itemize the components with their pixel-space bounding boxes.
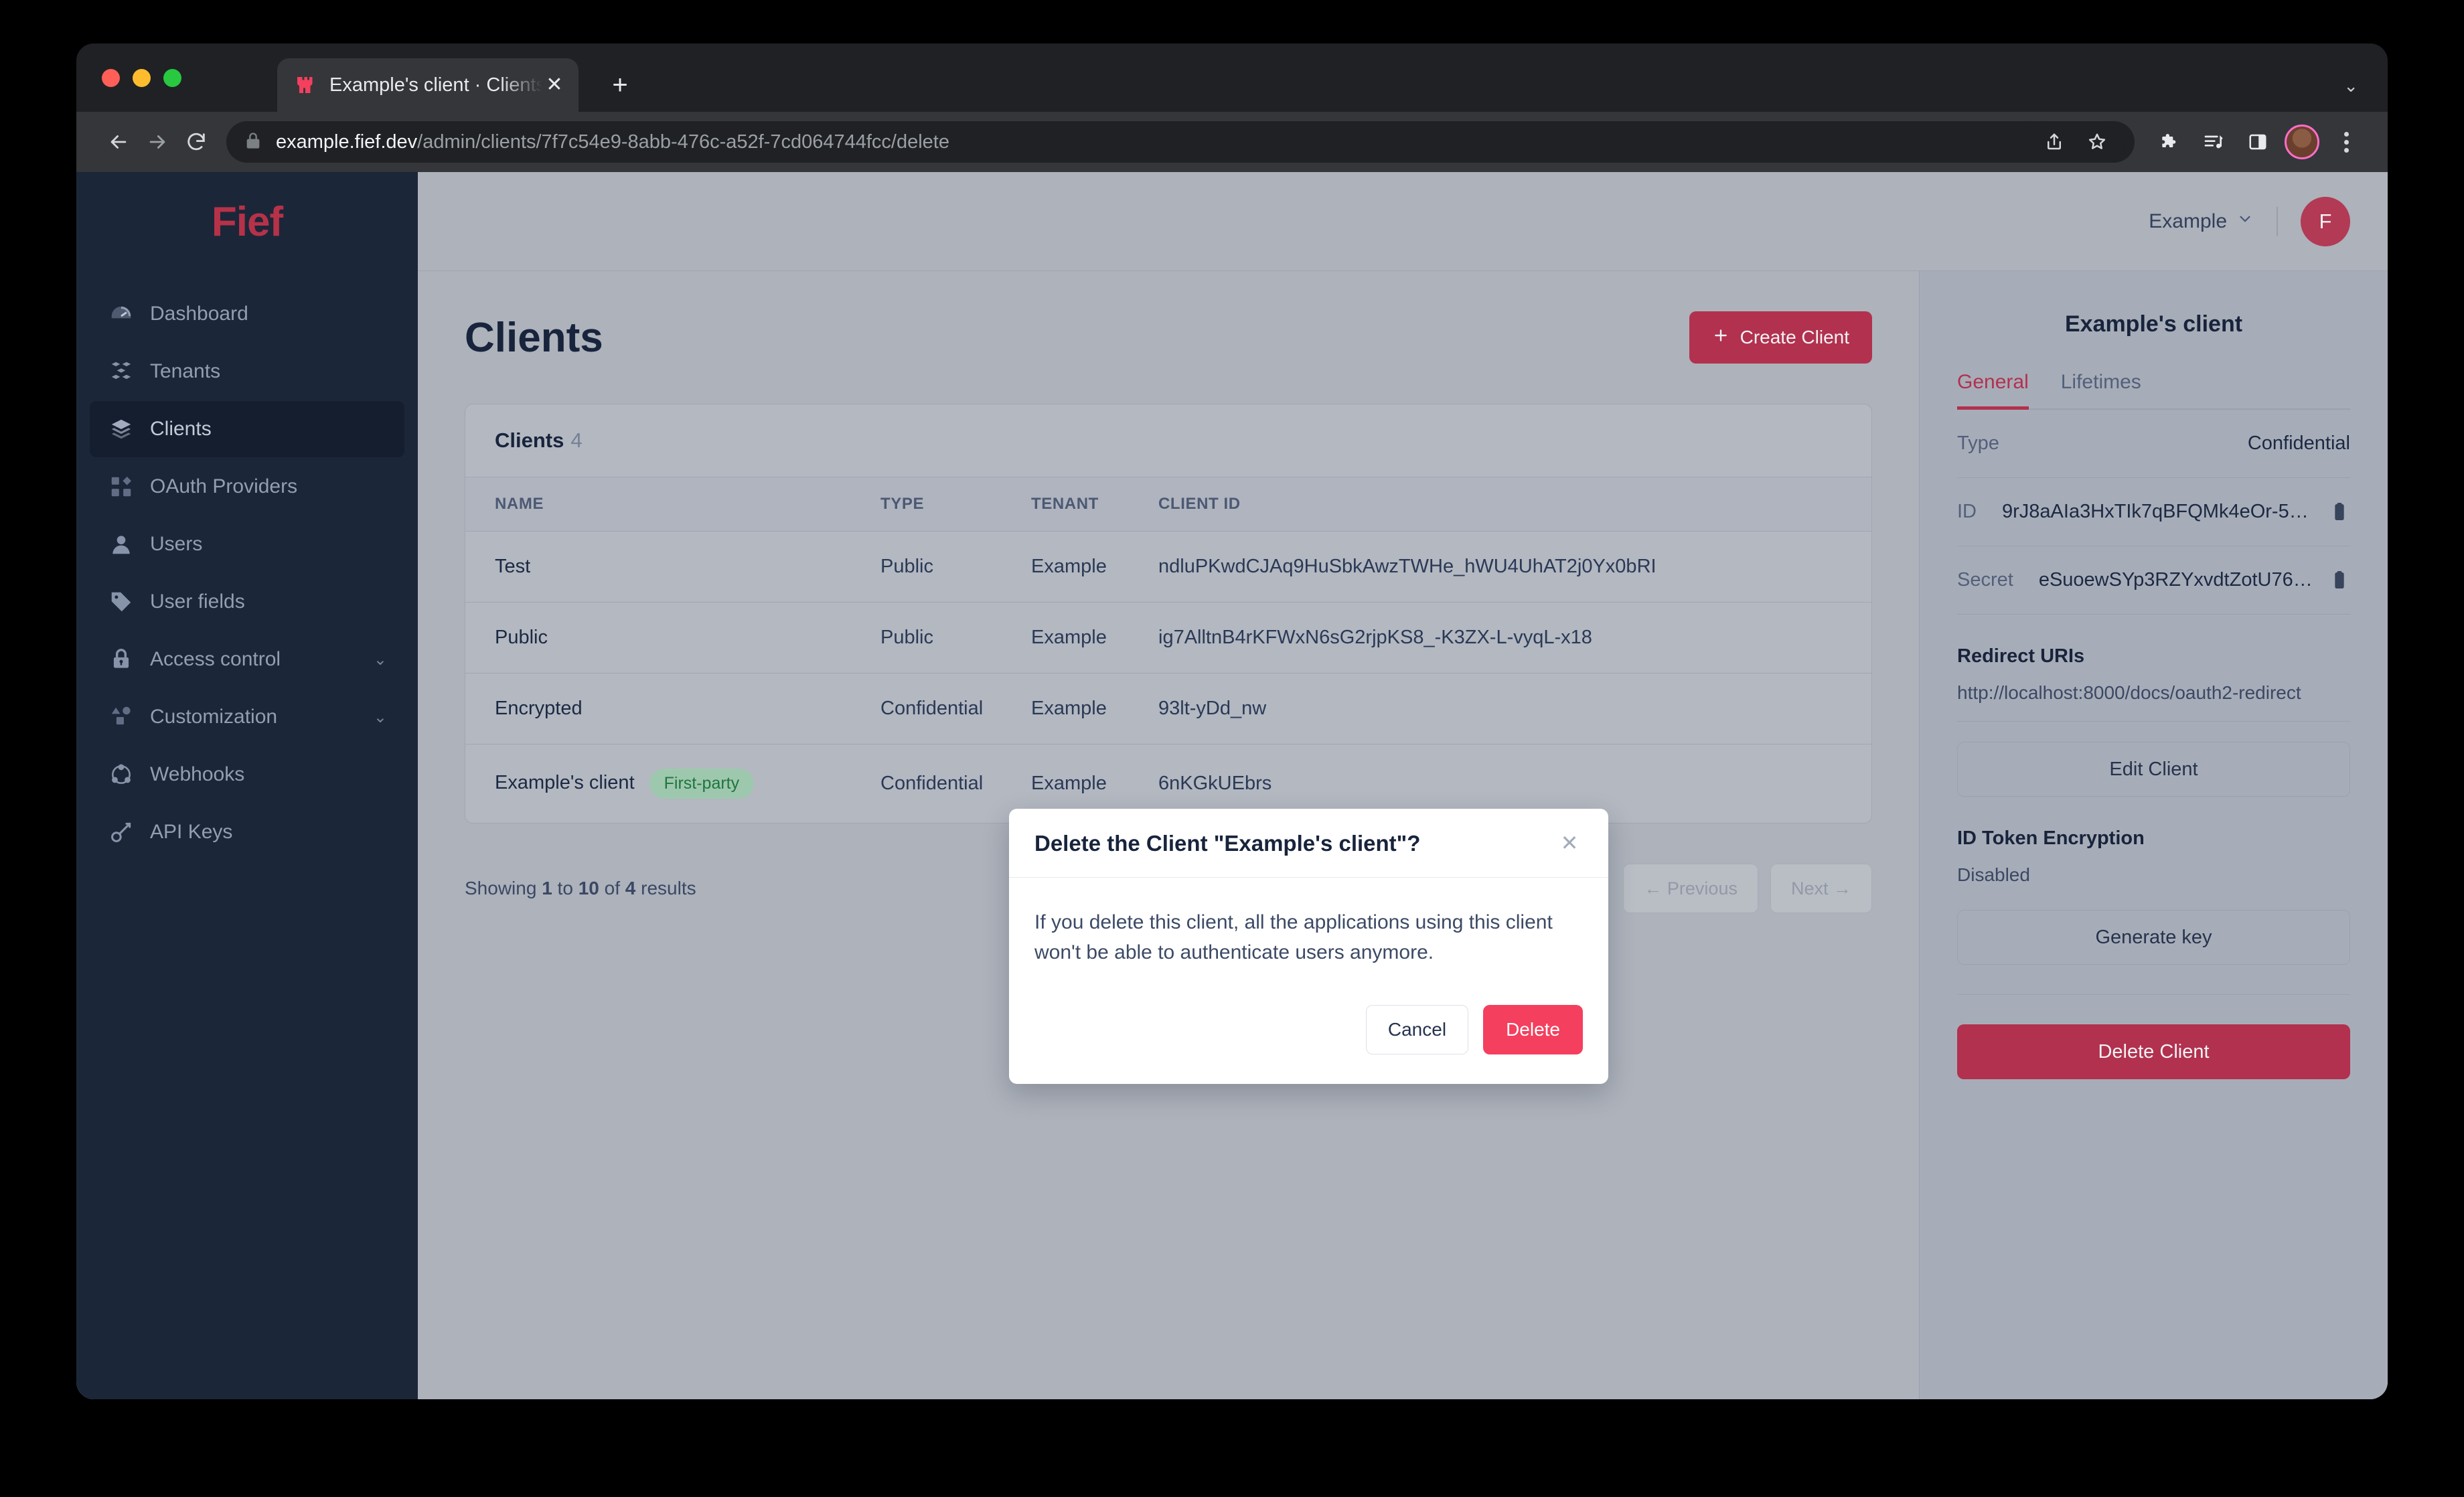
browser-tab-strip: Example's client · Clients · Example · F… (76, 44, 2388, 112)
playlist-icon[interactable] (2195, 123, 2232, 161)
kebab-menu-icon[interactable] (2327, 123, 2365, 161)
browser-tab-title: Example's client · Clients · Example · F… (329, 74, 542, 96)
app-viewport: Fief Dashboard Tenants Clients OAuth Pro… (76, 172, 2388, 1399)
window-traffic-lights (102, 69, 181, 87)
address-bar[interactable]: example.fief.dev/admin/clients/7f7c54e9-… (226, 121, 2135, 163)
close-icon[interactable]: ✕ (542, 73, 566, 97)
plus-icon[interactable]: + (605, 72, 635, 101)
url-path: /admin/clients/7f7c54e9-8abb-476c-a52f-7… (417, 131, 949, 153)
profile-avatar-icon[interactable] (2283, 123, 2321, 161)
close-window-button[interactable] (102, 69, 120, 87)
modal-footer: Cancel Delete (1009, 974, 1608, 1084)
cancel-button[interactable]: Cancel (1365, 1005, 1469, 1054)
omnibox-action-group (2026, 121, 2125, 163)
modal-header: Delete the Client "Example's client"? ✕ (1009, 809, 1608, 878)
browser-toolbar-right (2151, 123, 2365, 161)
maximize-window-button[interactable] (163, 69, 181, 87)
modal-message: If you delete this client, all the appli… (1034, 911, 1553, 963)
fief-castle-icon (293, 73, 317, 97)
browser-tab[interactable]: Example's client · Clients · Example · F… (277, 58, 579, 112)
modal-overlay[interactable] (76, 172, 2388, 1399)
arrow-left-icon[interactable] (99, 123, 138, 161)
star-icon[interactable] (2078, 123, 2116, 161)
browser-window: Example's client · Clients · Example · F… (76, 44, 2388, 1399)
arrow-right-icon[interactable] (138, 123, 177, 161)
modal-body: If you delete this client, all the appli… (1009, 878, 1608, 974)
reload-icon[interactable] (177, 123, 216, 161)
close-icon[interactable]: ✕ (1556, 830, 1583, 857)
chevron-down-icon[interactable]: ⌄ (2343, 76, 2358, 96)
delete-client-modal: Delete the Client "Example's client"? ✕ … (1009, 809, 1608, 1084)
lock-icon (244, 131, 262, 153)
browser-toolbar: example.fief.dev/admin/clients/7f7c54e9-… (76, 112, 2388, 172)
url-domain: example.fief.dev (276, 131, 418, 153)
delete-button[interactable]: Delete (1483, 1005, 1583, 1054)
share-icon[interactable] (2035, 123, 2073, 161)
side-panel-icon[interactable] (2239, 123, 2277, 161)
address-bar-text: example.fief.dev/admin/clients/7f7c54e9-… (276, 131, 949, 153)
modal-title: Delete the Client "Example's client"? (1034, 831, 1421, 856)
puzzle-icon[interactable] (2151, 123, 2188, 161)
minimize-window-button[interactable] (133, 69, 151, 87)
